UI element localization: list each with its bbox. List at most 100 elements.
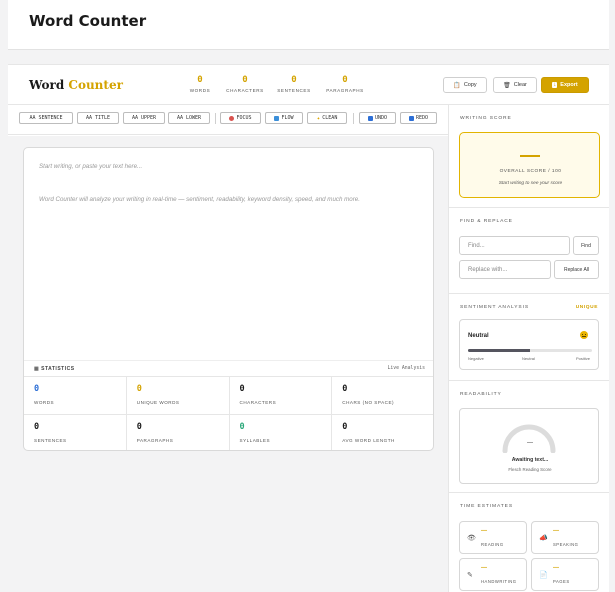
time-estimates-section: TIME ESTIMATES 👁 — READING 📣 — SPEAKING … bbox=[449, 493, 609, 592]
stat-label: UNIQUE WORDS bbox=[136, 400, 180, 405]
stat-cell-paragraphs: 0 PARAGRAPHS bbox=[127, 414, 230, 450]
stat-value: 0 bbox=[239, 384, 245, 394]
undo-icon bbox=[367, 115, 373, 121]
stat-label: SENTENCES bbox=[34, 437, 67, 443]
stat-value: 0 bbox=[239, 421, 245, 432]
scale-positive: Positive bbox=[575, 356, 590, 361]
analysis-sidebar: WRITING SCORE OVERALL SCORE / 100 Start … bbox=[448, 105, 609, 592]
live-analysis-label: Live Analysis bbox=[387, 366, 425, 371]
upper-case-button[interactable]: AA UPPER bbox=[123, 112, 165, 124]
readability-subtitle: Flesch Reading Score bbox=[508, 467, 552, 472]
statistics-grid: 0 WORDS 0 UNIQUE WORDS 0 CHARACTERS 0 CH… bbox=[24, 376, 433, 451]
time-label: HANDWRITING bbox=[481, 579, 517, 584]
focus-label: FOCUS bbox=[236, 115, 252, 121]
find-replace-section: FIND & REPLACE Find... Find Replace with… bbox=[449, 208, 609, 294]
sentiment-bar bbox=[468, 349, 592, 352]
copy-icon: 📋 bbox=[453, 82, 461, 89]
section-title: SENTIMENT ANALYSIS bbox=[460, 305, 530, 310]
stat-label: SYLLABLES bbox=[239, 437, 271, 443]
neutral-face-icon bbox=[580, 331, 588, 339]
editor-card: Start writing, or paste your text here..… bbox=[23, 147, 434, 451]
title-case-button[interactable]: AA TITLE bbox=[77, 112, 119, 124]
unique-badge: UNIQUE bbox=[575, 305, 598, 310]
sentiment-label: Neutral bbox=[468, 333, 489, 339]
trash-icon: 🗑 bbox=[503, 82, 511, 89]
time-card-pages: 📄 — PAGES bbox=[531, 558, 599, 591]
brand-word: Word bbox=[29, 78, 65, 92]
top-stat-characters: 0 CHARACTERS bbox=[226, 74, 264, 93]
clear-label: Clear bbox=[513, 82, 527, 88]
score-placeholder-dash bbox=[520, 155, 540, 157]
lower-case-button[interactable]: AA LOWER bbox=[168, 112, 210, 124]
export-label: Export bbox=[560, 82, 578, 88]
megaphone-icon: 📣 bbox=[539, 535, 548, 542]
page-icon: 📄 bbox=[539, 572, 548, 579]
editor-textarea[interactable]: Start writing, or paste your text here..… bbox=[39, 163, 142, 170]
stat-cell-syllables: 0 SYLLABLES bbox=[230, 414, 333, 450]
editor-hint: Word Counter will analyze your writing i… bbox=[39, 196, 360, 203]
redo-button[interactable]: REDO bbox=[400, 112, 437, 124]
time-label: SPEAKING bbox=[553, 542, 579, 547]
undo-label: UNDO bbox=[374, 115, 388, 121]
replace-input[interactable]: Replace with... bbox=[459, 260, 551, 279]
toolbar-divider bbox=[353, 113, 354, 124]
download-icon: ↓ bbox=[552, 82, 558, 88]
section-title: FIND & REPLACE bbox=[460, 219, 513, 224]
time-label: PAGES bbox=[553, 579, 570, 584]
readability-value: — bbox=[527, 440, 533, 446]
stat-cell-avg-word-length: 0 AVG WORD LENGTH bbox=[332, 415, 433, 451]
stat-cell-sentences: 0 SENTENCES bbox=[24, 414, 127, 450]
statistics-header: ▦ STATISTICS Live Analysis bbox=[24, 360, 433, 376]
redo-label: REDO bbox=[415, 115, 429, 121]
stat-label: AVG WORD LENGTH bbox=[342, 437, 395, 443]
top-stat-sentences: 0 SENTENCES bbox=[275, 74, 313, 93]
top-stat-value: 0 bbox=[342, 75, 348, 85]
pencil-icon: ✎ bbox=[467, 572, 473, 579]
flow-label: FLOW bbox=[281, 115, 294, 121]
top-stat-value: 0 bbox=[197, 75, 203, 85]
stat-cell-words: 0 WORDS bbox=[24, 377, 127, 415]
focus-button[interactable]: FOCUS bbox=[220, 112, 261, 124]
sentence-case-button[interactable]: AA SENTENCE bbox=[19, 112, 73, 124]
sentiment-card: Neutral Negative Neutral Positive bbox=[459, 319, 599, 370]
section-title: TIME ESTIMATES bbox=[460, 504, 513, 509]
time-card-handwriting: ✎ — HANDWRITING bbox=[459, 558, 527, 591]
find-input[interactable]: Find... bbox=[459, 236, 570, 255]
clear-button[interactable]: 🗑 Clear bbox=[493, 77, 537, 93]
readability-section: READABILITY — Awaiting text... Flesch Re… bbox=[449, 381, 609, 493]
top-stat-value: 0 bbox=[242, 75, 248, 85]
stat-value: 0 bbox=[342, 421, 348, 432]
stat-value: 0 bbox=[34, 421, 40, 432]
stat-cell-chars-no-space: 0 CHARS (NO SPACE) bbox=[332, 377, 433, 415]
time-value: — bbox=[481, 565, 487, 571]
replace-all-button[interactable]: Replace All bbox=[554, 260, 599, 279]
find-button[interactable]: Find bbox=[573, 236, 599, 255]
export-button[interactable]: ↓ Export bbox=[541, 77, 589, 93]
undo-button[interactable]: UNDO bbox=[359, 112, 396, 124]
top-stat-value: 0 bbox=[291, 75, 297, 85]
brand-logo: Word Counter bbox=[29, 78, 123, 92]
wave-icon bbox=[274, 115, 280, 121]
stat-label: CHARACTERS bbox=[239, 400, 277, 405]
copy-button[interactable]: 📋 Copy bbox=[443, 77, 487, 93]
brand-counter: Counter bbox=[68, 78, 123, 92]
flow-button[interactable]: FLOW bbox=[265, 112, 303, 124]
editor-panel: Start writing, or paste your text here..… bbox=[8, 136, 448, 592]
copy-label: Copy bbox=[463, 82, 477, 88]
statistics-title-text: STATISTICS bbox=[41, 366, 75, 372]
stat-value: 0 bbox=[136, 421, 142, 432]
stat-label: CHARS (NO SPACE) bbox=[342, 400, 395, 405]
stat-value: 0 bbox=[342, 384, 348, 394]
page-title: Word Counter bbox=[29, 12, 147, 30]
eye-icon: 👁 bbox=[467, 535, 476, 542]
stat-cell-unique-words: 0 UNIQUE WORDS bbox=[126, 377, 230, 415]
writing-score-card: OVERALL SCORE / 100 Start writing to see… bbox=[459, 132, 600, 198]
top-stat-words: 0 WORDS bbox=[184, 74, 216, 93]
top-stat-label: SENTENCES bbox=[277, 88, 311, 93]
clean-button[interactable]: ✦ CLEAN bbox=[307, 112, 347, 124]
top-stat-paragraphs: 0 PARAGRAPHS bbox=[324, 74, 366, 93]
time-label: READING bbox=[481, 542, 504, 547]
statistics-title: ▦ STATISTICS bbox=[34, 366, 75, 372]
readability-gauge bbox=[502, 424, 556, 453]
section-title: WRITING SCORE bbox=[460, 116, 512, 121]
